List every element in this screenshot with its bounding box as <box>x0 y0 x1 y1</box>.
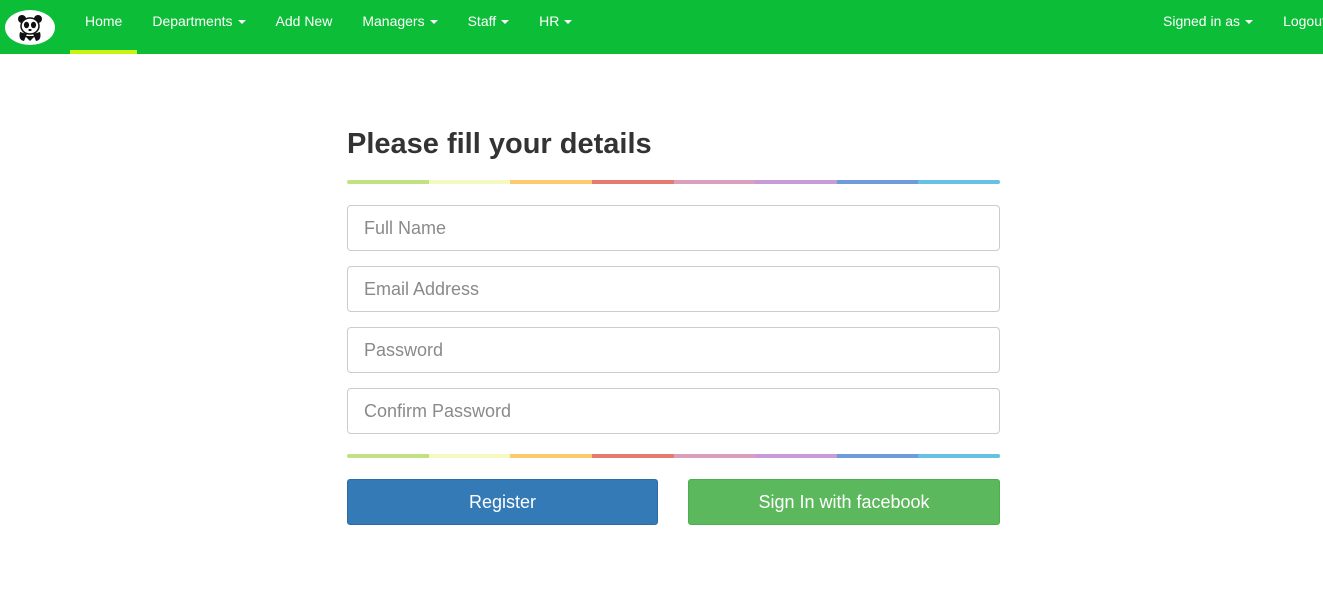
rainbow-segment <box>755 454 837 458</box>
rainbow-divider-bottom <box>347 454 1000 458</box>
nav-item-label: Signed in as <box>1163 13 1241 29</box>
caret-down-icon <box>1245 20 1254 25</box>
nav-item-home[interactable]: Home <box>70 0 138 54</box>
rainbow-segment <box>918 454 1000 458</box>
caret-down-icon <box>564 20 573 25</box>
rainbow-segment <box>591 454 674 458</box>
caret-down-icon <box>501 20 510 25</box>
rainbow-segment <box>673 180 756 184</box>
nav-item-logout[interactable]: Logout <box>1268 0 1323 54</box>
rainbow-segment <box>510 180 592 184</box>
nav-item-label: HR <box>539 13 560 29</box>
nav-item-label: Logout <box>1283 13 1323 29</box>
rainbow-segment <box>347 180 429 184</box>
rainbow-segment <box>755 180 837 184</box>
caret-down-icon <box>429 20 438 25</box>
nav-item-label: Managers <box>362 13 425 29</box>
main-nav: Home Departments Add New Managers Staff … <box>70 0 587 54</box>
rainbow-segment <box>918 180 1000 184</box>
top-navbar: Home Departments Add New Managers Staff … <box>0 0 1323 54</box>
rainbow-segment <box>591 180 674 184</box>
register-button[interactable]: Register <box>347 479 658 525</box>
caret-down-icon <box>237 20 246 25</box>
rainbow-segment <box>836 180 919 184</box>
nav-item-add-new[interactable]: Add New <box>261 0 348 54</box>
rainbow-divider-top <box>347 180 1000 184</box>
nav-item-hr[interactable]: HR <box>524 0 587 54</box>
user-nav: Signed in as Logout <box>1148 0 1323 54</box>
page-title: Please fill your details <box>347 128 652 160</box>
password-field[interactable] <box>347 327 1000 373</box>
email-field[interactable] <box>347 266 1000 312</box>
confirm-password-field[interactable] <box>347 388 1000 434</box>
nav-item-departments[interactable]: Departments <box>137 0 260 54</box>
nav-item-label: Home <box>85 13 123 29</box>
rainbow-segment <box>510 454 592 458</box>
rainbow-segment <box>836 454 919 458</box>
rainbow-segment <box>673 454 756 458</box>
rainbow-segment <box>428 454 511 458</box>
nav-item-label: Departments <box>152 13 233 29</box>
nav-item-label: Add New <box>275 13 333 29</box>
nav-item-managers[interactable]: Managers <box>347 0 452 54</box>
rainbow-segment <box>347 454 429 458</box>
nav-item-label: Staff <box>467 13 497 29</box>
rainbow-segment <box>428 180 511 184</box>
nav-item-signed-in-as[interactable]: Signed in as <box>1148 0 1268 54</box>
facebook-sign-in-button[interactable]: Sign In with facebook <box>688 479 1000 525</box>
panda-logo-icon[interactable] <box>5 10 55 45</box>
full-name-field[interactable] <box>347 205 1000 251</box>
nav-item-staff[interactable]: Staff <box>453 0 525 54</box>
